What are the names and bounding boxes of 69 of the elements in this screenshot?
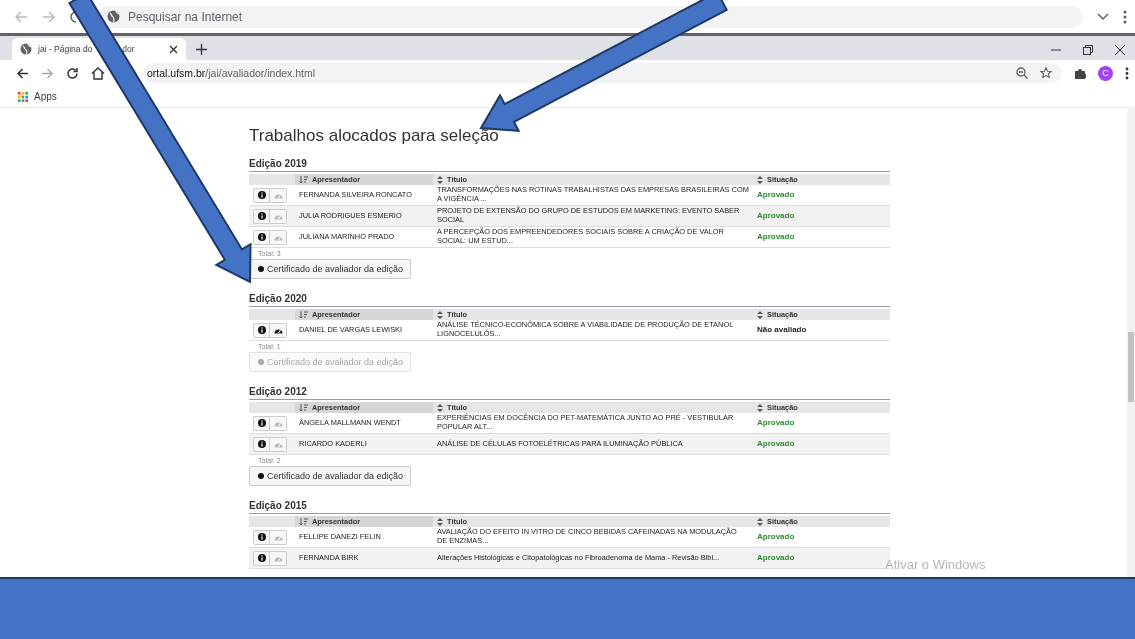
home-icon[interactable] [91,66,105,80]
status-text: Aprovado [757,553,795,563]
info-icon [257,440,266,448]
tab-title: dor [122,44,135,54]
sort-ascending-icon[interactable] [299,403,308,412]
apps-grid-icon[interactable] [18,91,28,102]
sort-icon[interactable] [757,403,763,412]
tab-title: jai - Página do [38,44,93,54]
info-button[interactable] [253,187,270,203]
edition-certificate-button[interactable]: Certificado de avaliador da edição [249,259,412,279]
info-icon [257,533,266,541]
sort-ascending-icon[interactable] [299,310,308,319]
globe-icon [20,43,32,55]
sort-icon[interactable] [437,517,443,526]
star-icon[interactable] [1040,67,1052,79]
info-icon [257,554,266,562]
info-icon [257,326,266,334]
status-text: Aprovado [757,211,795,221]
section-heading: Edição 2019 [249,158,890,172]
info-button[interactable] [253,322,270,338]
sort-ascending-icon[interactable] [299,175,308,184]
reload-icon[interactable] [66,66,79,80]
status-text: Não avaliado [757,325,807,335]
profile-avatar[interactable]: C [1098,65,1113,81]
reload-icon[interactable] [70,9,76,24]
page-title: Trabalhos alocados para seleção [249,126,500,146]
restore-icon[interactable] [1083,45,1093,55]
status-text: Aprovado [757,532,795,542]
info-button[interactable] [253,436,270,452]
status-text: Aprovado [757,232,795,242]
info-button[interactable] [253,529,270,545]
info-button[interactable] [253,208,270,224]
status-text: Aprovado [757,418,795,428]
more-menu-icon[interactable] [1123,9,1127,24]
windows-activation-notice: Ativar o Windows [885,557,986,572]
scrollbar[interactable] [1127,107,1135,578]
close-icon[interactable] [1115,45,1125,55]
info-icon [257,419,266,427]
status-text: Aprovado [757,190,795,200]
plus-icon[interactable] [196,44,207,55]
globe-icon [107,9,120,23]
sort-icon[interactable] [757,517,763,526]
certificate-button[interactable] [270,322,287,338]
section-heading: Edição 2015 [249,500,890,514]
sort-icon[interactable] [437,175,443,184]
search-field[interactable]: Pesquisar na Internet [98,5,1083,28]
section-heading: Edição 2012 [249,386,890,400]
info-icon [257,191,266,199]
close-icon[interactable] [169,44,178,54]
info-button[interactable] [253,550,270,566]
chevron-down-icon[interactable] [1097,12,1109,21]
status-text: Aprovado [757,439,795,449]
info-icon [257,212,266,220]
info-button[interactable] [253,229,270,245]
edition-certificate-button[interactable]: Certificado de avaliador da edição [249,466,412,486]
section-heading: Edição 2020 [249,293,890,307]
address-bar[interactable]: ortal.ufsm.br/jai/avaliador/index.html [143,63,1062,83]
sort-ascending-icon[interactable] [299,517,308,526]
info-icon [257,233,266,241]
sort-icon[interactable] [757,310,763,319]
zoom-out-icon[interactable] [1016,67,1028,79]
sort-icon[interactable] [437,403,443,412]
sort-icon[interactable] [757,175,763,184]
more-menu-icon[interactable] [1125,66,1129,80]
puzzle-icon[interactable] [1074,67,1086,79]
bookmark-link[interactable]: Apps [34,91,57,102]
sort-icon[interactable] [437,310,443,319]
back-arrow-icon[interactable] [16,66,29,80]
info-button[interactable] [253,415,270,431]
